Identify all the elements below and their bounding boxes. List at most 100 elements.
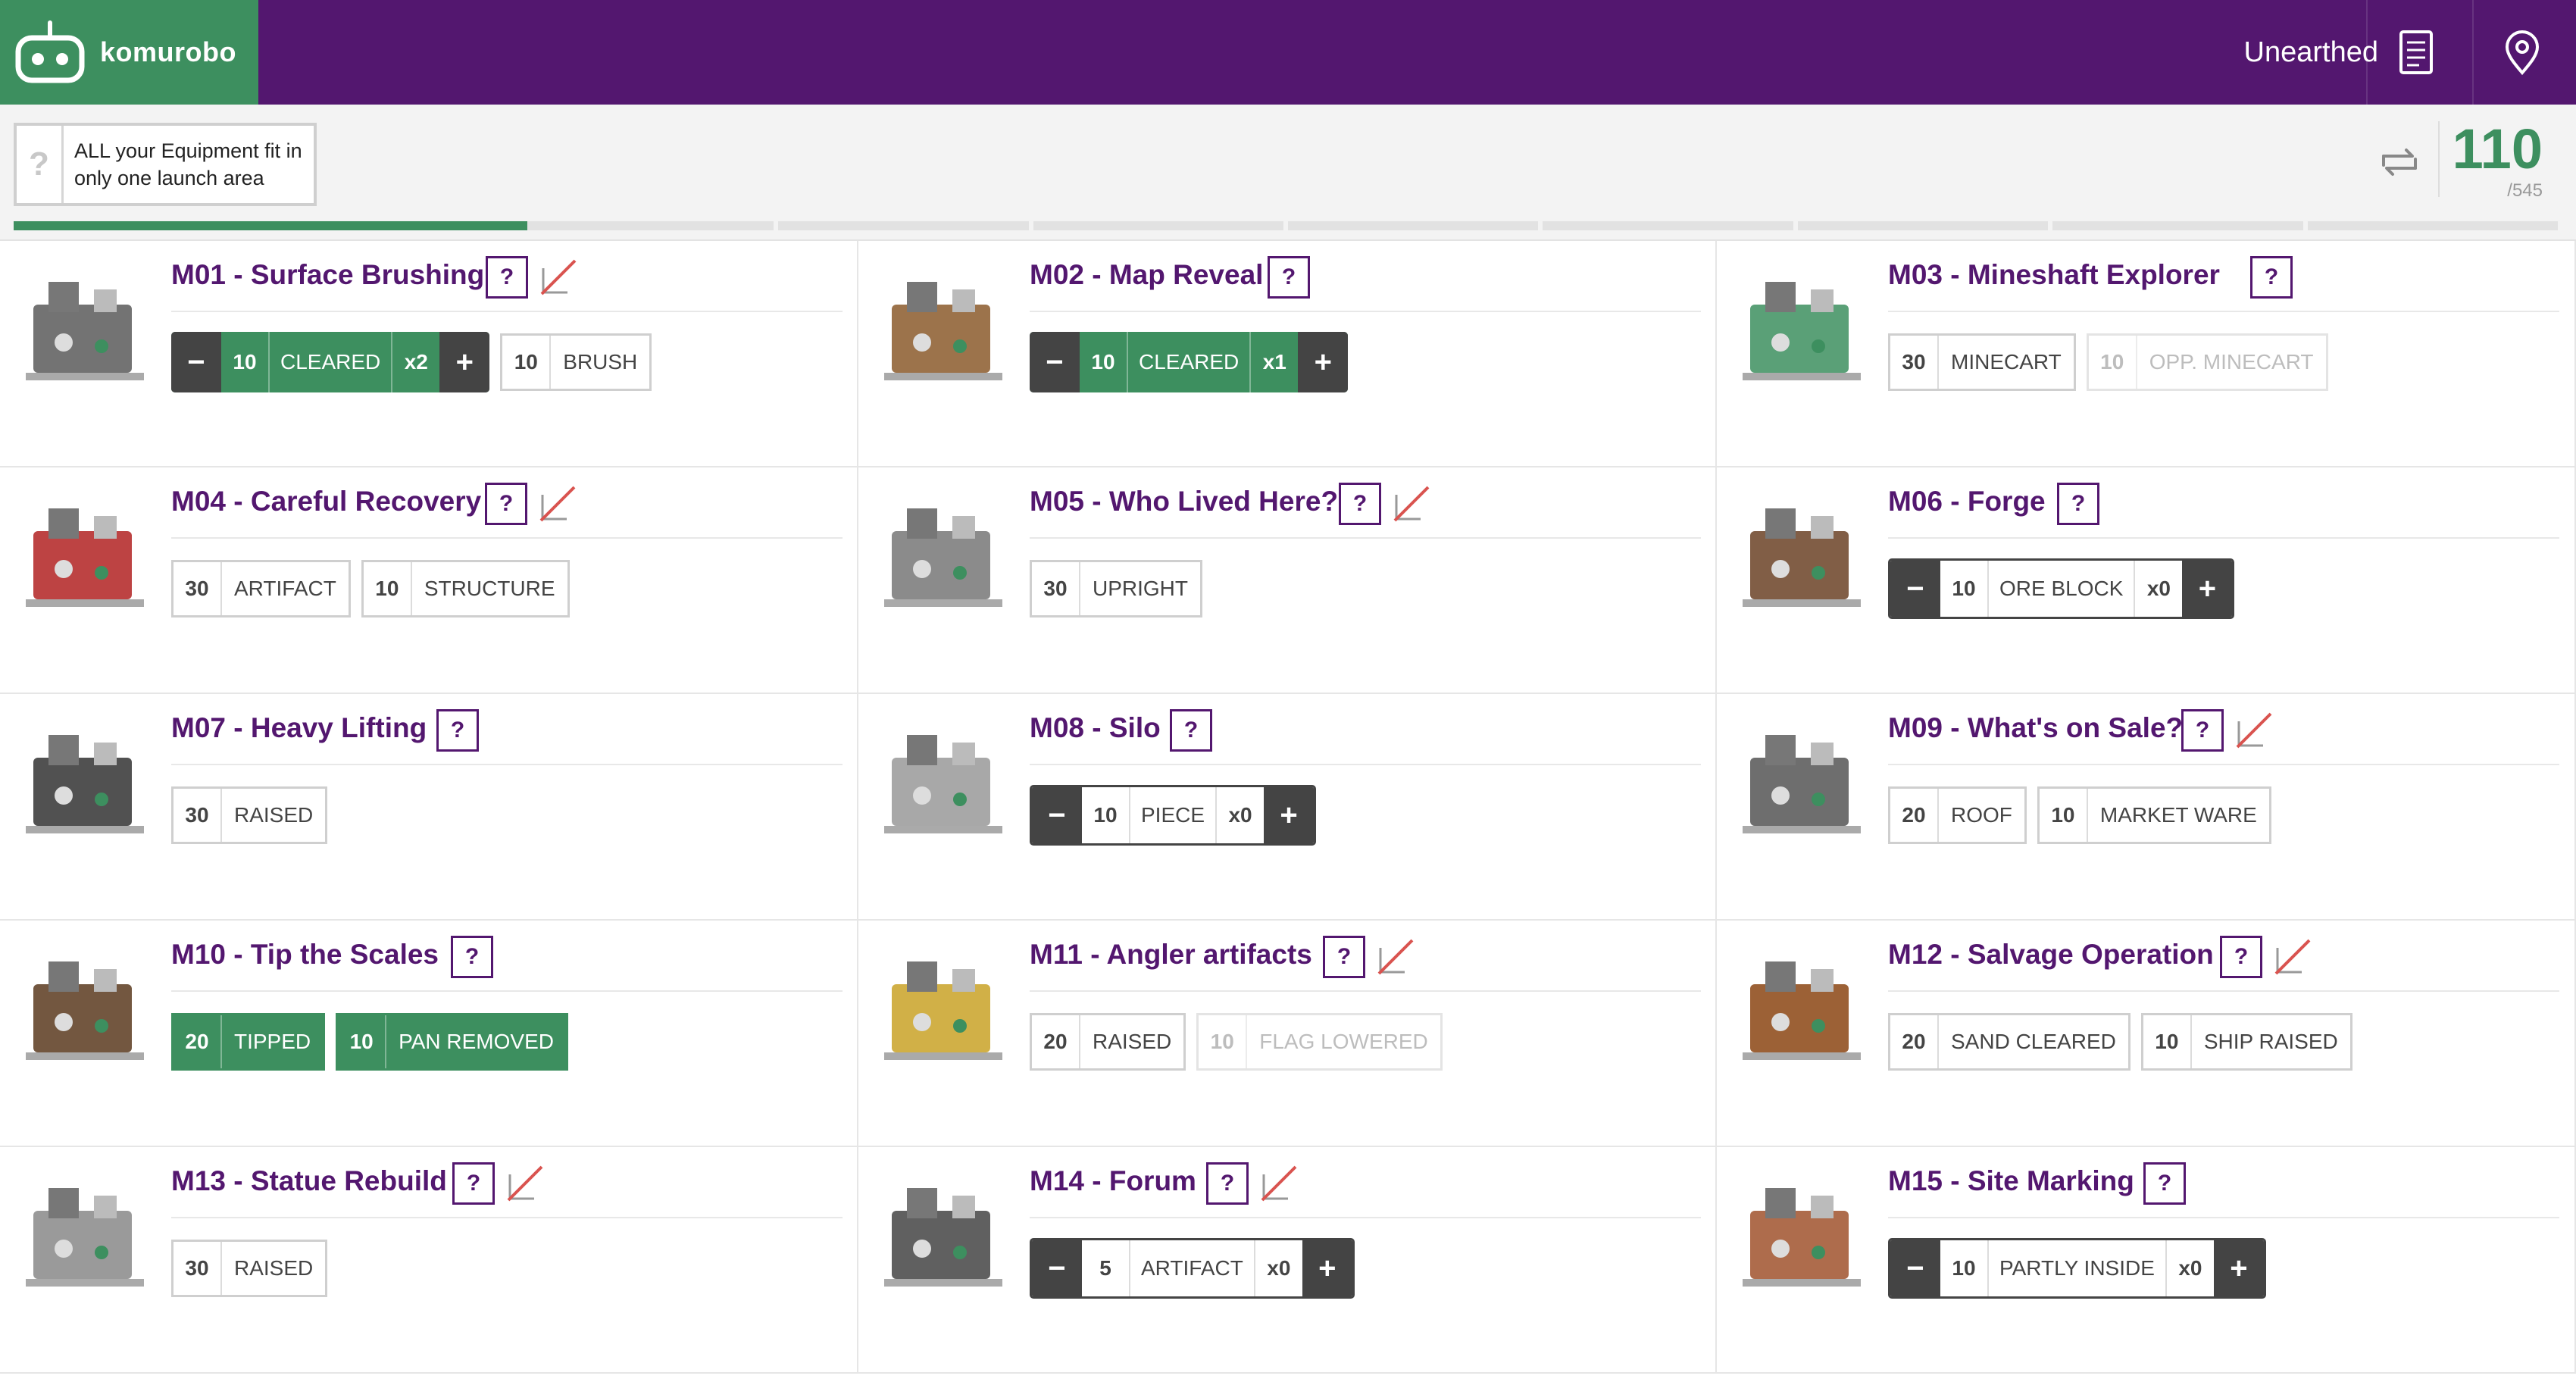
increment-button[interactable]: + [439,332,490,392]
points-value: 5 [1082,1240,1130,1296]
mission-controls: − 5 ARTIFACT x0 + [1030,1238,1365,1299]
objective-label: OPP. MINECART [2149,350,2314,374]
objective-toggle[interactable]: 30 UPRIGHT [1030,560,1202,618]
count-stepper: − 10 PIECE x0 + [1030,785,1317,846]
objective-toggle[interactable]: 10 SHIP RAISED [2140,1013,2352,1071]
mission-card: M10 - Tip the Scales? 20 TIPPED 10 PAN R… [0,921,858,1147]
mission-divider [171,764,843,765]
increment-button[interactable]: + [2182,561,2233,617]
mission-image [1727,252,1876,403]
objective-label: PARTLY INSIDE [1989,1240,2167,1296]
mission-help-button[interactable]: ? [2057,483,2099,525]
score-divider [2438,121,2440,197]
objective-label: MARKET WARE [2099,803,2257,827]
mission-help-button[interactable]: ? [1339,483,1381,525]
mission-divider [1030,537,1701,539]
count-stepper: − 10 ORE BLOCK x0 + [1888,558,2235,619]
points-value: 10 [221,332,270,392]
mission-help-button[interactable]: ? [2220,936,2262,978]
objective-toggle[interactable]: 10 BRUSH [500,333,652,391]
mission-controls: − 10 PIECE x0 + [1030,785,1327,846]
mission-image [869,1158,1018,1309]
mission-help-button[interactable]: ? [2143,1162,2186,1205]
objective-toggle[interactable]: 20 SAND CLEARED [1888,1013,2131,1071]
mission-controls: − 10 PARTLY INSIDE x0 + [1888,1238,2277,1299]
points-value: 10 [364,562,412,615]
mission-help-button[interactable]: ? [1170,709,1212,752]
count-stepper: − 10 PARTLY INSIDE x0 + [1888,1238,2266,1299]
objective-toggle[interactable]: 30 RAISED [171,1240,328,1297]
mission-card: M05 - Who Lived Here?? 30 UPRIGHT [858,467,1717,694]
mission-title: M14 - Forum [1030,1165,1196,1196]
objective-toggle[interactable]: 20 TIPPED [171,1013,326,1071]
logo[interactable]: komurobo [0,0,258,105]
count-value: x1 [1262,350,1286,374]
points-value: 10 [2143,1015,2192,1068]
decrement-button[interactable]: − [1032,1240,1082,1296]
decrement-button[interactable]: − [171,332,221,392]
no-equipment-icon[interactable] [538,484,577,524]
no-equipment-icon[interactable] [2234,711,2274,750]
mission-card: M11 - Angler artifacts? 20 RAISED 10 FLA… [858,921,1717,1147]
map-button[interactable] [2474,0,2570,105]
count-stepper: − 10 CLEARED x1 + [1030,332,1349,392]
points-value: 10 [502,336,552,389]
objective-toggle[interactable]: 30 MINECART [1888,333,2076,391]
mission-help-button[interactable]: ? [1323,936,1365,978]
points-value: 30 [1032,562,1080,615]
mission-title: M12 - Salvage Operation [1888,939,2214,970]
mission-help-button[interactable]: ? [2181,709,2224,752]
mission-title: M15 - Site Marking [1888,1165,2134,1196]
no-equipment-icon[interactable] [539,258,578,297]
mission-title: M11 - Angler artifacts [1030,939,1312,970]
objective-toggle[interactable]: 10 STRUCTURE [361,560,570,618]
objective-toggle[interactable]: 10 PAN REMOVED [336,1013,568,1071]
objective-toggle[interactable]: 10 MARKET WARE [2037,786,2271,844]
mission-help-button[interactable]: ? [2250,256,2293,299]
equipment-text: ALL your Equipment fit in only one launc… [64,137,302,192]
mission-help-button[interactable]: ? [486,256,528,299]
decrement-button[interactable]: − [1890,1240,1940,1296]
equipment-help-icon[interactable]: ? [17,126,64,203]
objective-toggle[interactable]: 30 ARTIFACT [171,560,351,618]
mission-card: M03 - Mineshaft Explorer? 30 MINECART 10… [1717,241,2576,467]
mission-help-button[interactable]: ? [1268,256,1310,299]
mission-divider [1030,990,1701,992]
objective-label: ARTIFACT [234,577,336,600]
missions-grid: M01 - Surface Brushing? − 10 CLEARED x2 … [0,241,2576,1382]
points-value: 20 [1890,789,1939,842]
mission-controls: 30 ARTIFACT 10 STRUCTURE [171,558,580,619]
increment-button[interactable]: + [1298,332,1349,392]
header-divider [2472,0,2474,105]
increment-button[interactable]: + [1264,787,1315,843]
equipment-toggle[interactable]: ? ALL your Equipment fit in only one lau… [14,123,317,206]
objective-toggle[interactable]: 20 ROOF [1888,786,2027,844]
decrement-button[interactable]: − [1032,787,1082,843]
decrement-button[interactable]: − [1890,561,1940,617]
mission-image [11,931,159,1083]
progress-segment [1543,221,1793,230]
reset-icon[interactable] [2376,138,2423,185]
decrement-button[interactable]: − [1030,332,1080,392]
objective-toggle[interactable]: 20 RAISED [1030,1013,1186,1071]
no-equipment-icon[interactable] [1259,1164,1299,1203]
no-equipment-icon[interactable] [2273,937,2312,977]
increment-button[interactable]: + [2213,1240,2264,1296]
increment-button[interactable]: + [1302,1240,1352,1296]
mission-help-button[interactable]: ? [485,483,527,525]
mission-help-button[interactable]: ? [1206,1162,1249,1205]
no-equipment-icon[interactable] [1376,937,1415,977]
document-button[interactable] [2368,0,2464,105]
objective-label: RAISED [234,1256,314,1280]
mission-help-button[interactable]: ? [436,709,479,752]
points-value: 10 [1940,561,1989,617]
objective-toggle[interactable]: 30 RAISED [171,786,328,844]
mission-help-button[interactable]: ? [451,936,493,978]
mission-card: M15 - Site Marking? − 10 PARTLY INSIDE x… [1717,1147,2576,1374]
mission-controls: 30 RAISED [171,785,338,846]
no-equipment-icon[interactable] [1392,484,1431,524]
season-name[interactable]: Unearthed [2244,0,2378,105]
mission-divider [1888,764,2559,765]
no-equipment-icon[interactable] [505,1164,545,1203]
mission-help-button[interactable]: ? [452,1162,495,1205]
